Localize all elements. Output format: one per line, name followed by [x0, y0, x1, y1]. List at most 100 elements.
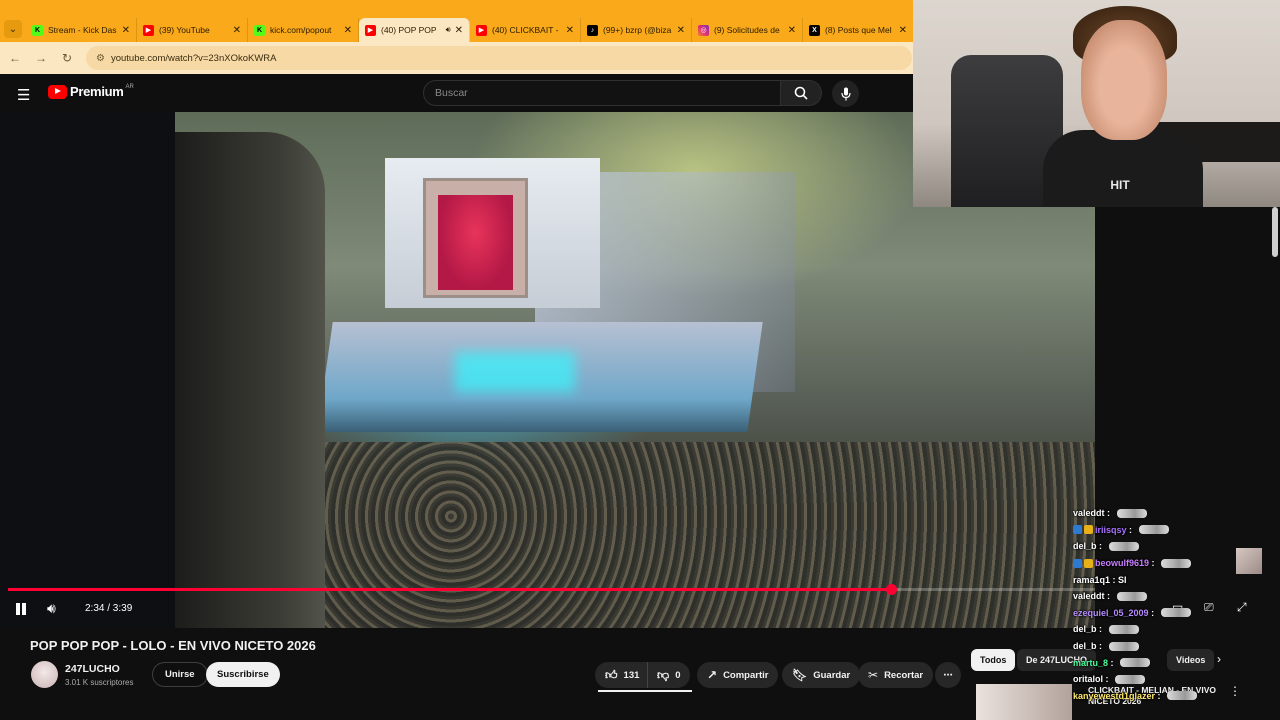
chat-emote-icon: [1167, 691, 1198, 701]
chat-username[interactable]: rama1q1: [1073, 575, 1110, 585]
browser-tab-bar: ⌄ K Stream - Kick Das ✕ ▶ (39) YouTube ✕ Kkick…: [0, 0, 914, 42]
chat-username[interactable]: del_b: [1073, 541, 1097, 551]
chat-separator: :: [1096, 641, 1105, 652]
tab-title: (9) Solicitudes de: [714, 25, 780, 35]
browser-tab[interactable]: X (8) Posts que Mel ✕: [803, 18, 914, 42]
chat-separator: :: [1126, 524, 1135, 535]
thumbs-up-icon: 👍︎: [605, 667, 618, 682]
chat-username[interactable]: del_b: [1073, 624, 1097, 634]
stage-screen: [385, 158, 600, 308]
subscribe-button[interactable]: Suscribirse: [206, 662, 280, 687]
close-tab-icon[interactable]: ✕: [788, 25, 796, 36]
chat-message: valeddt :: [1073, 505, 1273, 522]
yt-favicon-icon: ▶: [476, 24, 487, 36]
chip-all[interactable]: Todos: [971, 649, 1016, 671]
chat-message: del_b :: [1073, 638, 1273, 655]
save-button[interactable]: 🔖︎ Guardar: [782, 662, 861, 688]
close-tab-icon[interactable]: ✕: [455, 25, 463, 36]
save-label: Guardar: [813, 669, 851, 681]
tab-search-icon[interactable]: ⌄: [4, 20, 22, 38]
kick-favicon-icon: K: [32, 24, 43, 36]
video-progress-bar[interactable]: [8, 584, 1095, 595]
back-icon[interactable]: ←: [4, 51, 26, 65]
forward-icon[interactable]: →: [30, 51, 52, 65]
tt-favicon-icon: ♪: [587, 24, 598, 36]
url-text: youtube.com/watch?v=23nXOkoKWRA: [110, 52, 277, 64]
browser-tab[interactable]: ◎ (9) Solicitudes de ✕: [692, 18, 803, 42]
chat-emote-icon: [1108, 641, 1139, 651]
share-button[interactable]: ↗ Compartir: [697, 662, 779, 688]
close-tab-icon[interactable]: ✕: [566, 25, 574, 36]
recommendation-thumbnail[interactable]: [976, 684, 1072, 720]
tab-title: (99+) bzrp (@biza: [603, 25, 672, 35]
close-tab-icon[interactable]: ✕: [233, 25, 241, 36]
search-button[interactable]: [781, 80, 822, 106]
browser-tab[interactable]: ▶ (40) CLICKBAIT - ✕: [470, 18, 581, 42]
chat-text: SI: [1118, 574, 1127, 585]
chat-badge-icon: [1073, 558, 1082, 568]
chat-username[interactable]: del_b: [1073, 641, 1097, 651]
volume-icon[interactable]: 🔊︎: [47, 600, 56, 617]
voice-search-button[interactable]: [832, 80, 859, 107]
kick-favicon-icon: K: [254, 24, 265, 36]
chat-separator: :: [1148, 607, 1157, 618]
chat-username[interactable]: martu_8: [1073, 658, 1108, 668]
chat-emote-icon: [1116, 591, 1147, 601]
search-icon: [794, 86, 808, 100]
tab-audio-icon[interactable]: 🔊︎: [446, 25, 451, 35]
screen: ⌄ K Stream - Kick Das ✕ ▶ (39) YouTube ✕ Kkick…: [0, 0, 1280, 720]
progress-scrubber[interactable]: [885, 584, 897, 595]
url-field[interactable]: ⚙ youtube.com/watch?v=23nXOkoKWRA: [86, 46, 912, 70]
tab-title: (39) YouTube: [159, 25, 210, 35]
like-count: 131: [623, 669, 640, 681]
browser-tab[interactable]: ♪ (99+) bzrp (@biza ✕: [581, 18, 692, 42]
close-tab-icon[interactable]: ✕: [344, 25, 352, 36]
microphone-icon: [840, 87, 851, 100]
clip-label: Recortar: [884, 669, 924, 681]
youtube-logo[interactable]: Premium AR: [48, 84, 134, 99]
close-tab-icon[interactable]: ✕: [122, 25, 130, 36]
browser-tab[interactable]: K Stream - Kick Das ✕: [26, 18, 137, 42]
pause-icon[interactable]: [15, 603, 27, 615]
chat-username[interactable]: ezequiel_05_2009: [1073, 608, 1149, 618]
join-button[interactable]: Unirse: [152, 662, 208, 687]
chat-separator: :: [1155, 690, 1164, 701]
chat-message: martu_8 :: [1073, 654, 1273, 671]
chat-side-avatar: [1236, 548, 1262, 574]
close-tab-icon[interactable]: ✕: [899, 25, 907, 36]
chat-badge-icon: [1073, 525, 1082, 535]
page-scrollbar[interactable]: [1272, 207, 1278, 257]
channel-name[interactable]: 247LUCHO: [65, 663, 120, 675]
clip-button[interactable]: ✂ Recortar: [858, 662, 934, 688]
chat-username[interactable]: oritalol: [1073, 674, 1103, 684]
video-title: POP POP POP - LOLO - EN VIVO NICETO 2026: [30, 638, 316, 653]
browser-tab[interactable]: ▶ (39) YouTube ✕: [137, 18, 248, 42]
chat-username[interactable]: valeddt: [1073, 508, 1105, 518]
shirt-print: HIT: [1110, 178, 1130, 192]
site-info-icon[interactable]: ⚙: [96, 53, 105, 64]
chat-emote-icon: [1115, 674, 1146, 684]
chat-username[interactable]: kanyewestd1glazer: [1073, 691, 1155, 701]
search-input[interactable]: Buscar: [423, 80, 781, 106]
menu-icon[interactable]: ☰: [17, 86, 30, 104]
reload-icon[interactable]: ↻: [56, 51, 78, 65]
webcam-overlay: HIT: [913, 0, 1280, 207]
browser-tab[interactable]: ▶ (40) POP POP 🔊︎ ✕: [359, 18, 470, 42]
chat-emote-icon: [1120, 658, 1151, 668]
chat-username[interactable]: iriisqsy: [1095, 525, 1127, 535]
chat-username[interactable]: valeddt: [1073, 591, 1105, 601]
streamer-face: [1081, 20, 1167, 140]
chat-separator: :: [1110, 574, 1119, 585]
close-tab-icon[interactable]: ✕: [677, 25, 685, 36]
chat-message: valeddt :: [1073, 588, 1273, 605]
browser-tab[interactable]: Kkick.com/popout ✕: [248, 18, 359, 42]
dislike-button[interactable]: 👎︎ 0: [647, 662, 691, 688]
like-button[interactable]: 👍︎ 131: [595, 662, 648, 688]
chat-emote-icon: [1108, 541, 1139, 551]
chat-username[interactable]: beowulf9619: [1095, 558, 1149, 568]
channel-avatar[interactable]: [31, 661, 58, 688]
more-actions-button[interactable]: ⋯: [935, 662, 961, 688]
region-code: AR: [125, 83, 134, 90]
tab-strip: K Stream - Kick Das ✕ ▶ (39) YouTube ✕ Kkick.c…: [26, 18, 914, 42]
chat-separator: :: [1096, 624, 1105, 635]
